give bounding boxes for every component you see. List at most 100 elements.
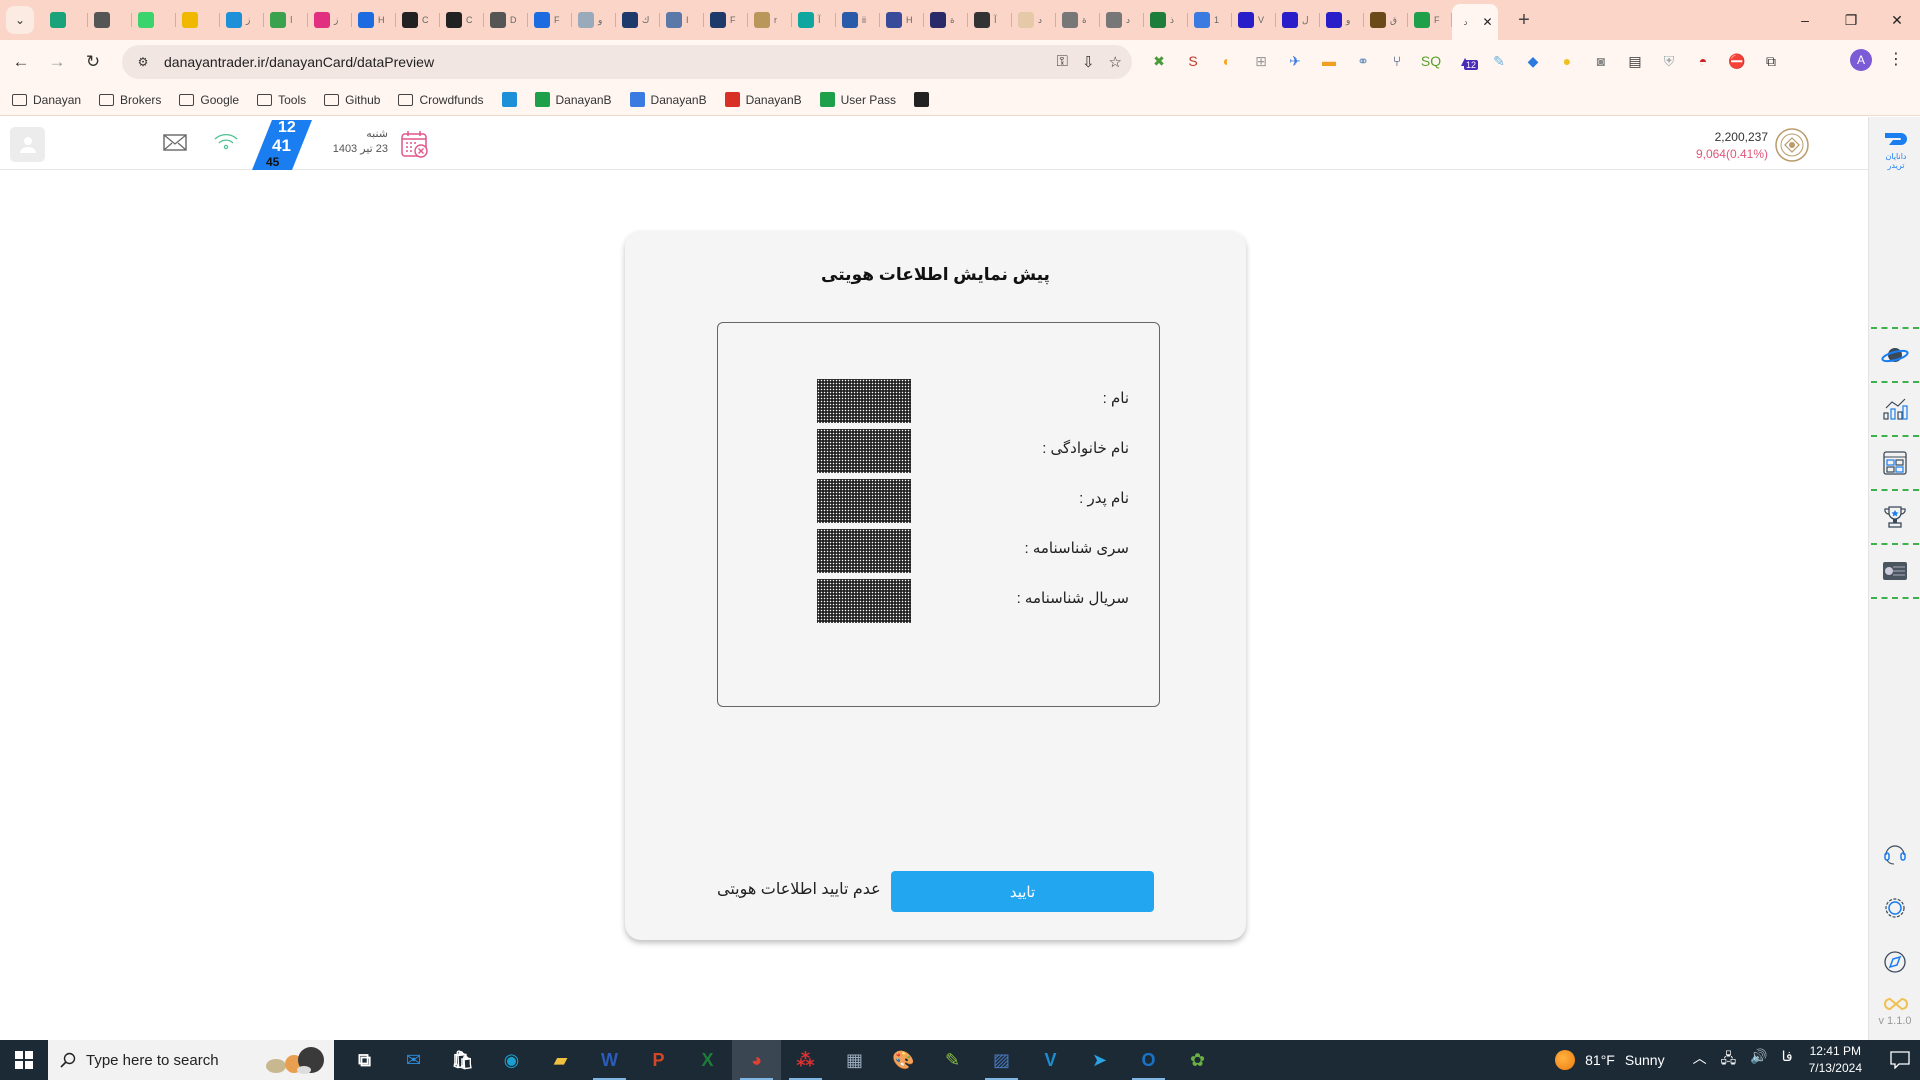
tray-chevron-up-icon[interactable]: ︿ bbox=[1693, 1048, 1707, 1072]
explore-button[interactable] bbox=[1869, 935, 1920, 989]
bookmark-danayanb[interactable]: DanayanB bbox=[629, 92, 707, 107]
ext-sq-icon[interactable]: SQ bbox=[1420, 50, 1442, 72]
brand-logo[interactable]: دانایان تریدر bbox=[1881, 131, 1911, 170]
address-bar[interactable]: ⚙ danayantrader.ir/danayanCard/dataPrevi… bbox=[122, 45, 1132, 79]
url-text[interactable]: danayantrader.ir/danayanCard/dataPreview bbox=[164, 54, 434, 70]
taskbar-word[interactable]: W bbox=[585, 1040, 634, 1080]
volume-icon[interactable]: 🔊 bbox=[1750, 1048, 1767, 1072]
ext-news-icon[interactable]: ▤ bbox=[1624, 50, 1646, 72]
bookmark-google[interactable]: Google bbox=[179, 93, 239, 107]
tab-10[interactable]: F bbox=[704, 5, 748, 35]
taskbar-task-view[interactable]: ⧉ bbox=[340, 1040, 389, 1080]
taskbar-store[interactable]: 🛍 bbox=[438, 1040, 487, 1080]
taskbar-green-app[interactable]: ✿ bbox=[1173, 1040, 1222, 1080]
new-tab-button[interactable]: + bbox=[1510, 9, 1538, 32]
ext-camera-icon[interactable]: ◙ bbox=[1590, 50, 1612, 72]
mail-icon[interactable] bbox=[163, 134, 187, 151]
taskbar-outlook[interactable]: O bbox=[1124, 1040, 1173, 1080]
ext-feather-icon[interactable]: ✎ bbox=[1488, 50, 1510, 72]
tab-18[interactable]: ة bbox=[1056, 5, 1100, 35]
notifications-button[interactable] bbox=[1880, 1051, 1920, 1069]
site-info-icon[interactable]: ⚙ bbox=[132, 51, 154, 73]
restore-button[interactable]: ❐ bbox=[1828, 0, 1874, 40]
tab-15[interactable]: ة bbox=[924, 5, 968, 35]
ext-drop-icon[interactable]: ◐ bbox=[1216, 50, 1238, 72]
settings-button[interactable] bbox=[1869, 881, 1920, 935]
bookmark-tools[interactable]: Tools bbox=[257, 93, 306, 107]
tab-b[interactable] bbox=[44, 5, 88, 35]
support-button[interactable] bbox=[1869, 827, 1920, 881]
tab-green-dot[interactable] bbox=[132, 5, 176, 35]
tab-active[interactable]: د ✕ bbox=[1452, 4, 1498, 40]
tab-20[interactable]: ذ bbox=[1144, 5, 1188, 35]
ext-pokeball-icon[interactable]: ◓ bbox=[1692, 50, 1714, 72]
tab-7[interactable]: و bbox=[572, 5, 616, 35]
close-window-button[interactable]: ✕ bbox=[1874, 0, 1920, 40]
bookmark-danayan[interactable]: Danayan bbox=[12, 93, 81, 107]
tab-22[interactable]: V bbox=[1232, 5, 1276, 35]
network-icon[interactable]: 🖧 bbox=[1721, 1048, 1737, 1072]
weather-widget[interactable]: 81°F Sunny bbox=[1555, 1050, 1665, 1070]
taskbar-powerpoint[interactable]: P bbox=[634, 1040, 683, 1080]
tab-12[interactable]: آ bbox=[792, 5, 836, 35]
tab-4[interactable]: H bbox=[352, 5, 396, 35]
ext-shield-icon[interactable]: ⛨ bbox=[1658, 50, 1680, 72]
bookmark-icon[interactable] bbox=[501, 92, 517, 107]
tab-8[interactable]: ك bbox=[616, 5, 660, 35]
reject-identity-link[interactable]: عدم تایید اطلاعات هویتی bbox=[717, 879, 881, 899]
taskbar-telegram[interactable]: ➤ bbox=[1075, 1040, 1124, 1080]
confirm-button[interactable]: تایید bbox=[891, 871, 1154, 912]
taskbar-paint[interactable]: 🎨 bbox=[879, 1040, 928, 1080]
tab-arrows[interactable] bbox=[176, 5, 220, 35]
taskbar-mail[interactable]: ✉ bbox=[389, 1040, 438, 1080]
tab-1[interactable]: ز bbox=[220, 5, 264, 35]
bookmark-star-icon[interactable]: ☆ bbox=[1109, 53, 1122, 71]
taskbar-excel[interactable]: X bbox=[683, 1040, 732, 1080]
tab-21[interactable]: 1 bbox=[1188, 5, 1232, 35]
tab-11[interactable]: r bbox=[748, 5, 792, 35]
reload-button[interactable]: ↻ bbox=[78, 47, 108, 77]
bookmark-brokers[interactable]: Brokers bbox=[99, 93, 161, 107]
bookmark-danayanb[interactable]: DanayanB bbox=[534, 92, 612, 107]
taskbar-network-app[interactable]: ⁂ bbox=[781, 1040, 830, 1080]
password-key-icon[interactable]: ⚿ bbox=[1057, 53, 1068, 71]
tab-17[interactable]: د bbox=[1012, 5, 1056, 35]
bookmark-crowdfunds[interactable]: Crowdfunds bbox=[398, 93, 484, 107]
ext-rocket-icon[interactable]: ✈ bbox=[1284, 50, 1306, 72]
back-button[interactable]: ← bbox=[6, 47, 36, 77]
ext-fork-icon[interactable]: ⑂ bbox=[1386, 50, 1408, 72]
ext-tag-icon[interactable]: ◆ bbox=[1522, 50, 1544, 72]
ext-block-icon[interactable]: ⛔ bbox=[1726, 50, 1748, 72]
ext-puzzle-icon[interactable]: ⧉ bbox=[1760, 50, 1782, 72]
profile-avatar[interactable]: A bbox=[1850, 49, 1872, 71]
ext-x-icon[interactable]: ✖ bbox=[1148, 50, 1170, 72]
tab-9[interactable]: I bbox=[660, 5, 704, 35]
bookmark-user-pass[interactable]: User Pass bbox=[819, 92, 896, 107]
tab-24[interactable]: و bbox=[1320, 5, 1364, 35]
forward-button[interactable]: → bbox=[42, 47, 72, 77]
tab-6[interactable]: F bbox=[528, 5, 572, 35]
tab-search-button[interactable]: ⌄ bbox=[6, 6, 34, 34]
taskbar-image-app[interactable]: ▨ bbox=[977, 1040, 1026, 1080]
tab-sa[interactable]: C bbox=[440, 5, 484, 35]
sidebar-item-card[interactable] bbox=[1869, 545, 1920, 597]
ext-badge-icon[interactable]: ▲12 bbox=[1454, 50, 1479, 72]
tab-13[interactable]: ii bbox=[836, 5, 880, 35]
ext-duck-icon[interactable]: ● bbox=[1556, 50, 1578, 72]
start-button[interactable] bbox=[0, 1040, 48, 1080]
ext-link-icon[interactable]: ⚭ bbox=[1352, 50, 1374, 72]
tab-14[interactable]: H bbox=[880, 5, 924, 35]
tab-tray[interactable] bbox=[88, 5, 132, 35]
taskbar-search[interactable]: Type here to search bbox=[48, 1040, 334, 1080]
bookmark-danayanb[interactable]: DanayanB bbox=[724, 92, 802, 107]
minimize-button[interactable]: – bbox=[1782, 0, 1828, 40]
tab-5[interactable]: D bbox=[484, 5, 528, 35]
taskbar-vpn[interactable]: V bbox=[1026, 1040, 1075, 1080]
tab-2[interactable]: ا bbox=[264, 5, 308, 35]
taskbar-explorer[interactable]: ▰ bbox=[536, 1040, 585, 1080]
ext-plus-icon[interactable]: ⊞ bbox=[1250, 50, 1272, 72]
taskbar-edge[interactable]: ◉ bbox=[487, 1040, 536, 1080]
ext-box-icon[interactable]: ▬ bbox=[1318, 50, 1340, 72]
bookmark-icon[interactable] bbox=[914, 92, 929, 107]
bookmark-github[interactable]: Github bbox=[324, 93, 380, 107]
